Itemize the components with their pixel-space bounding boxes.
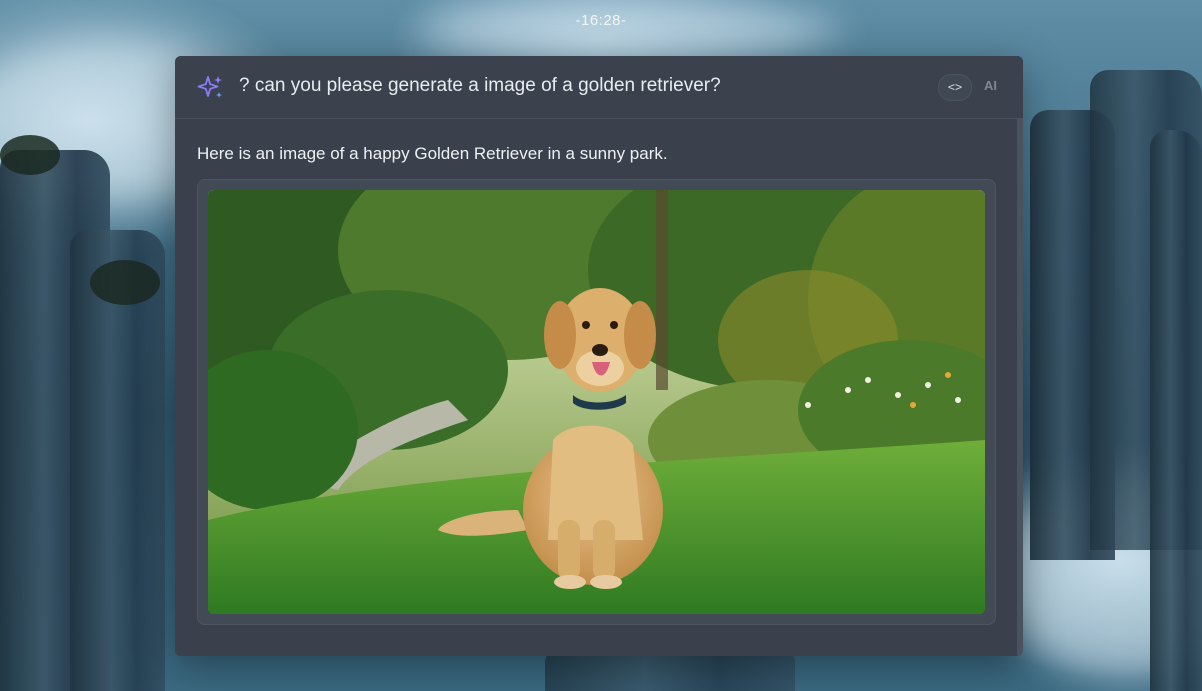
chat-scrollbar[interactable] bbox=[1017, 119, 1023, 656]
ai-badge: AI bbox=[984, 78, 997, 93]
generated-image[interactable] bbox=[208, 190, 985, 614]
generated-image-card bbox=[197, 179, 996, 625]
sparkle-icon bbox=[197, 76, 222, 98]
chat-body: Here is an image of a happy Golden Retri… bbox=[175, 119, 1017, 656]
chat-header: ? can you please generate a image of a g… bbox=[175, 56, 1023, 119]
view-code-button[interactable]: <> bbox=[938, 74, 972, 101]
clock: -16:28- bbox=[575, 12, 627, 29]
ai-response-text: Here is an image of a happy Golden Retri… bbox=[197, 144, 668, 163]
golden-retriever-image bbox=[208, 190, 985, 614]
user-prompt: ? can you please generate a image of a g… bbox=[239, 75, 721, 96]
ai-chat-window: ? can you please generate a image of a g… bbox=[175, 56, 1023, 656]
